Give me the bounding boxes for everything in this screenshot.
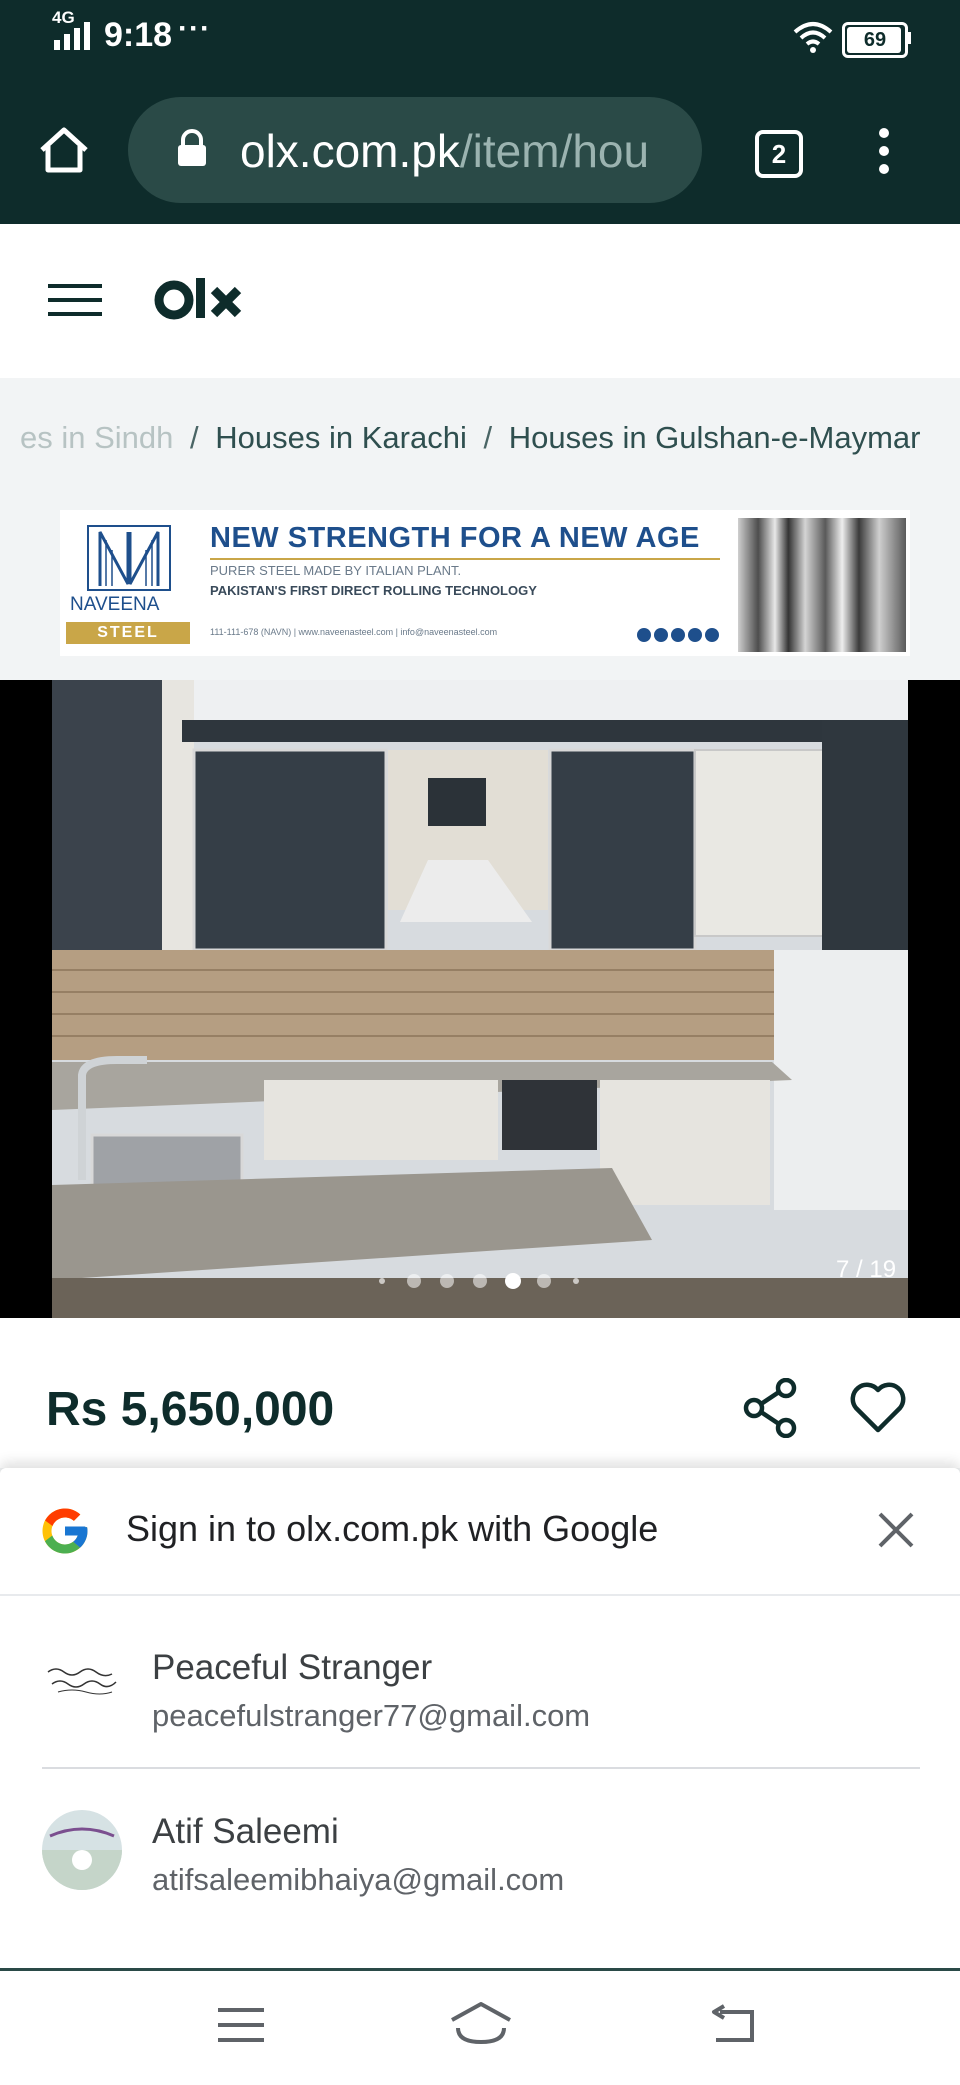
google-g-icon <box>38 1504 92 1563</box>
account-row-atif-saleemi[interactable] <box>0 1770 960 1936</box>
avatar <box>42 1652 122 1713</box>
tab-switcher-icon[interactable]: 2 <box>755 130 803 178</box>
battery-tip <box>906 32 911 44</box>
gallery-dots <box>374 1272 584 1295</box>
battery-level: 69 <box>863 29 887 51</box>
ad-contact: 111-111-678 (NAVN) | www.naveenasteel.co… <box>210 627 498 637</box>
close-icon[interactable] <box>876 1510 916 1555</box>
ad-social-icons <box>636 627 722 648</box>
lock-icon[interactable] <box>174 128 210 173</box>
breadcrumb-item-gulshan[interactable]: Houses in Gulshan-e-Maymar <box>509 420 921 455</box>
image-counter: 7 / 19 <box>836 1256 897 1283</box>
breadcrumb-separator: / <box>190 420 199 455</box>
ad-headline: NEW STRENGTH FOR A NEW AGE <box>210 522 700 554</box>
wifi-icon <box>792 20 834 59</box>
site-header <box>0 224 960 379</box>
network-type: 4G <box>52 8 75 27</box>
ad-brand-sub: STEEL <box>66 622 190 644</box>
status-bar: 4G 9:18 ··· 69 <box>0 0 960 76</box>
home-icon[interactable] <box>36 124 92 181</box>
account-name: Peaceful Stranger <box>152 1648 433 1687</box>
account-divider <box>42 1767 920 1769</box>
ad-line2: PAKISTAN'S FIRST DIRECT ROLLING TECHNOLO… <box>210 583 537 598</box>
account-name: Atif Saleemi <box>152 1812 339 1851</box>
battery-icon: 69 <box>842 22 908 58</box>
url-host: olx.com.pk <box>240 125 460 177</box>
hamburger-icon[interactable] <box>48 282 102 323</box>
ad-line1: PURER STEEL MADE BY ITALIAN PLANT. <box>210 563 462 578</box>
overflow-menu-icon[interactable] <box>874 126 894 181</box>
avatar <box>42 1810 122 1890</box>
url-text[interactable]: olx.com.pk/item/hou <box>240 124 680 178</box>
share-icon[interactable] <box>742 1377 800 1443</box>
nav-back-icon[interactable] <box>708 2004 756 2051</box>
nav-home-icon[interactable] <box>450 2002 512 2051</box>
account-email: peacefulstranger77@gmail.com <box>152 1698 591 1733</box>
breadcrumb-item-sindh[interactable]: es in Sindh <box>20 420 173 455</box>
naveena-logo <box>84 522 174 599</box>
breadcrumb-separator: / <box>483 420 493 455</box>
account-email: atifsaleemibhaiya@gmail.com <box>152 1862 565 1897</box>
sheet-divider <box>0 1594 960 1596</box>
url-path: /item/hou <box>459 125 650 177</box>
breadcrumb: es in Sindh / Houses in Karachi / Houses… <box>20 420 960 470</box>
listing-price: Rs 5,650,000 <box>46 1383 335 1436</box>
clock: 9:18 <box>104 16 173 54</box>
signin-title: Sign in to olx.com.pk with Google <box>126 1508 659 1549</box>
olx-logo[interactable] <box>154 272 248 331</box>
listing-photo-kitchen[interactable] <box>52 680 908 1318</box>
ad-building-image <box>738 518 906 652</box>
breadcrumb-item-karachi[interactable]: Houses in Karachi <box>215 420 467 455</box>
account-row-peaceful-stranger[interactable] <box>0 1600 960 1766</box>
heart-icon[interactable] <box>848 1380 908 1439</box>
nav-menu-icon[interactable] <box>218 2006 264 2049</box>
notification-dots: ··· <box>178 12 211 45</box>
ad-brand: NAVEENA <box>70 594 160 615</box>
ad-rule <box>210 558 720 560</box>
